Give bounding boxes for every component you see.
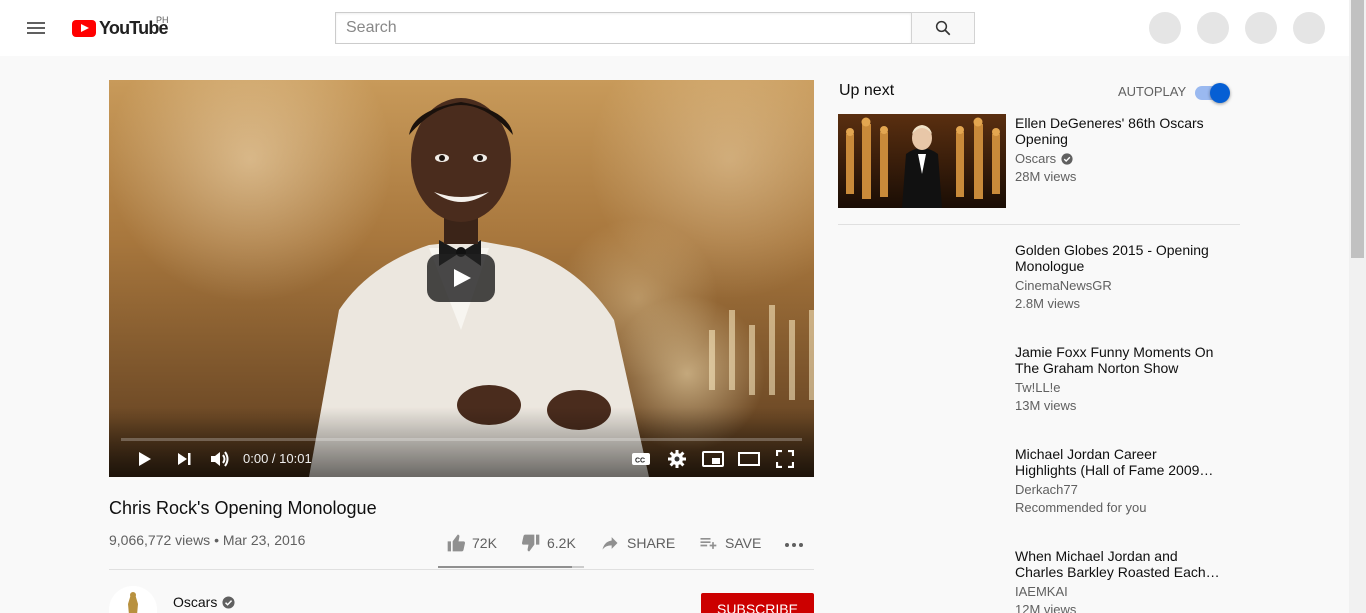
miniplayer-icon[interactable] <box>699 446 727 472</box>
theater-icon[interactable] <box>735 446 763 472</box>
fullscreen-icon[interactable] <box>771 446 799 472</box>
more-actions-button[interactable] <box>784 532 810 554</box>
video-thumbnail-placeholder <box>838 445 1006 539</box>
search-icon <box>935 20 951 36</box>
search-bar <box>335 12 975 44</box>
meta-divider <box>109 569 814 570</box>
recommendation-title: Golden Globes 2015 - Opening Monologue <box>1015 242 1209 274</box>
settings-icon[interactable] <box>663 446 691 472</box>
thumb-up-icon <box>447 534 466 552</box>
toggle-knob <box>1210 83 1230 103</box>
save-label: SAVE <box>725 535 762 551</box>
recommendation-channel: CinemaNewsGR <box>1015 278 1112 293</box>
account-icon[interactable] <box>1293 12 1325 44</box>
time-display: 0:00 / 10:01 <box>243 451 312 466</box>
subscribe-button[interactable]: SUBSCRIBE <box>701 593 814 613</box>
video-title: Chris Rock's Opening Monologue <box>109 498 377 518</box>
country-code: PH <box>156 15 169 25</box>
like-button[interactable]: 72K <box>446 532 497 554</box>
recommendation-title: Ellen DeGeneres' 86th Oscars Opening <box>1015 115 1204 147</box>
sentiment-bar <box>438 566 584 568</box>
recommendation-item[interactable]: Michael Jordan Career Highlights (Hall o… <box>838 445 1240 539</box>
video-thumbnail-placeholder <box>838 343 1006 437</box>
captions-icon[interactable]: CC <box>627 446 655 472</box>
video-info: 9,066,772 views • Mar 23, 2016 <box>109 532 306 548</box>
youtube-logo[interactable]: YouTube PH <box>72 15 169 39</box>
recommendation-channel: Tw!LL!e <box>1015 380 1061 395</box>
more-horizontal-icon <box>785 543 803 547</box>
recommendation-meta: 12M views <box>1015 602 1077 613</box>
recommendation-meta: 2.8M views <box>1015 296 1081 311</box>
page-scrollbar[interactable] <box>1349 0 1366 613</box>
menu-icon[interactable] <box>24 16 48 40</box>
channel-avatar[interactable] <box>109 586 157 613</box>
svg-text:CC: CC <box>635 458 645 465</box>
share-button[interactable]: SHARE <box>599 532 675 554</box>
play-icon[interactable] <box>130 446 158 472</box>
recommendation-item[interactable]: Golden Globes 2015 - Opening Monologue C… <box>838 241 1240 335</box>
share-icon <box>602 537 618 550</box>
recommendation-item[interactable]: Jamie Foxx Funny Moments On The Graham N… <box>838 343 1240 437</box>
notifications-icon[interactable] <box>1245 12 1277 44</box>
recommendation-meta: Recommended for you <box>1015 500 1147 515</box>
apps-icon[interactable] <box>1197 12 1229 44</box>
channel-name[interactable]: Oscars <box>173 594 235 610</box>
autoplay-toggle[interactable] <box>1195 83 1231 103</box>
sidebar-divider <box>838 224 1240 225</box>
video-thumbnail-placeholder <box>838 547 1006 613</box>
recommendation-channel: Derkach77 <box>1015 482 1078 497</box>
oscars-logo-icon <box>109 586 157 613</box>
scrollbar-thumb[interactable] <box>1351 0 1364 258</box>
search-input[interactable] <box>335 12 911 44</box>
recommendation-meta: 13M views <box>1015 398 1077 413</box>
youtube-logo-icon <box>72 19 96 37</box>
video-thumbnail <box>838 114 1006 208</box>
channel-text: Oscars <box>1015 151 1057 166</box>
save-button[interactable]: SAVE <box>697 532 761 554</box>
progress-bar[interactable] <box>121 438 802 441</box>
masthead: YouTube PH <box>0 0 1349 56</box>
up-next-heading: Up next <box>839 82 895 99</box>
recommendation-title: Jamie Foxx Funny Moments On The Graham N… <box>1015 344 1214 376</box>
large-play-button[interactable] <box>427 254 495 302</box>
like-count: 72K <box>472 535 497 551</box>
next-icon[interactable] <box>170 446 198 472</box>
verified-icon <box>1061 152 1073 165</box>
video-player[interactable]: 0:00 / 10:01 CC <box>109 80 814 477</box>
volume-icon[interactable] <box>206 446 234 472</box>
recommendation-channel: Oscars <box>1015 151 1073 166</box>
playlist-add-icon <box>700 538 717 549</box>
search-button[interactable] <box>911 12 975 44</box>
share-label: SHARE <box>627 535 676 551</box>
recommendation-title: When Michael Jordan and Charles Barkley … <box>1015 548 1206 580</box>
channel-name-text: Oscars <box>173 594 218 610</box>
create-icon[interactable] <box>1149 12 1181 44</box>
video-thumbnail-placeholder <box>838 241 1006 335</box>
sentiment-bar-likes <box>438 566 573 568</box>
recommendation-channel: IAEMKAI <box>1015 584 1068 599</box>
verified-icon <box>222 595 235 609</box>
recommendation-title: Michael Jordan Career Highlights (Hall o… <box>1015 446 1200 478</box>
autoplay-label: AUTOPLAY <box>1118 84 1187 99</box>
thumb-down-icon <box>521 534 540 552</box>
recommendation-item[interactable]: When Michael Jordan and Charles Barkley … <box>838 547 1240 613</box>
recommendation-item[interactable]: Ellen DeGeneres' 86th Oscars Opening Osc… <box>838 114 1240 208</box>
dislike-count: 6.2K <box>547 535 576 551</box>
recommendation-meta: 28M views <box>1015 169 1077 184</box>
dislike-button[interactable]: 6.2K <box>521 532 576 554</box>
